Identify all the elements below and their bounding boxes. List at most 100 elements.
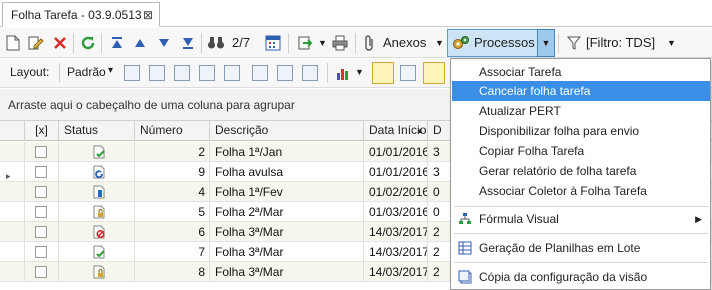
last-record-icon[interactable] [179,34,197,52]
attachments-button-label[interactable]: Anexos [383,35,426,50]
view-mode-icon-2[interactable] [400,65,416,81]
row-indicator-cell [0,142,25,162]
column-header-selected[interactable]: [x] [25,121,59,141]
menu-item-associate-collector[interactable]: Associar Coletor à Folha Tarefa [452,181,710,201]
processes-dropdown-arrow[interactable]: ▼ [537,29,555,57]
doc-device-icon [92,185,106,199]
menu-item-generate-report[interactable]: Gerar relatório de folha tarefa [452,161,710,181]
document-tabstrip: Folha Tarefa - 03.9.0513 ⊠ [0,0,712,27]
view-mode-icon-3[interactable] [423,62,445,84]
new-document-icon[interactable] [4,34,22,52]
start-date-cell: 14/03/2017 [364,222,428,242]
description-cell: Folha 3ª/Mar [210,222,364,242]
column-header-status[interactable]: Status [59,121,135,141]
description-cell: Folha avulsa [210,162,364,182]
number-cell: 9 [135,162,210,182]
start-date-cell: 01/03/2016 [364,202,428,222]
row-checkbox[interactable] [35,186,47,198]
export-dropdown-arrow[interactable]: ▼ [318,38,327,48]
row-checkbox[interactable] [35,246,47,258]
edit-document-icon[interactable] [27,34,45,52]
refresh-icon[interactable] [79,34,97,52]
bar-chart-icon[interactable] [335,64,353,82]
doc-check-icon [92,145,106,159]
layout-highlight-icon[interactable] [302,65,318,81]
number-cell: 5 [135,202,210,222]
layout-select[interactable]: Padrão [67,65,106,79]
menu-item-copy-view-config[interactable]: Cópia da configuração da visão [452,267,710,287]
filter-icon[interactable] [565,34,583,52]
layout-upload-icon[interactable] [224,65,240,81]
start-date-cell: 14/03/2017 [364,262,428,282]
layout-dropdown-arrow[interactable]: ▾ [108,65,113,76]
binoculars-icon[interactable] [207,34,225,52]
doc-refresh-icon [92,165,106,179]
menu-separator [454,262,708,263]
document-tab-title: Folha Tarefa - 03.9.0513 [11,7,142,22]
column-header-number[interactable]: Número [135,121,210,141]
number-cell: 2 [135,142,210,162]
row-indicator-cell [0,222,25,242]
calendar-grid-icon[interactable] [264,34,282,52]
menu-item-associate-task[interactable]: Associar Tarefa [452,62,710,82]
delete-icon[interactable] [51,34,69,52]
number-cell: 8 [135,262,210,282]
toolbar-separator [101,33,102,53]
menu-item-batch-spreadsheets[interactable]: Geração de Planilhas em Lote [452,238,710,258]
row-checkbox[interactable] [35,206,47,218]
menu-item-visual-formula[interactable]: Fórmula Visual ▶ [452,209,710,229]
doc-cancel-icon [92,225,106,239]
spreadsheet-icon [458,241,472,255]
record-position: 2/7 [232,35,251,50]
print-icon[interactable] [331,34,349,52]
attachments-dropdown-arrow[interactable]: ▼ [435,38,444,48]
next-record-icon[interactable] [155,34,173,52]
document-tab[interactable]: Folha Tarefa - 03.9.0513 ⊠ [2,2,160,27]
processes-menu: Associar Tarefa Cancelar folha tarefa At… [450,58,711,290]
number-cell: 7 [135,242,210,262]
row-indicator-header [0,121,25,141]
layout-save-icon[interactable] [124,65,140,81]
description-cell: Folha 1ª/Jan [210,142,364,162]
first-record-icon[interactable] [108,34,126,52]
toolbar-separator [327,63,328,83]
column-header-start-date[interactable]: Data Início ▲ [364,121,428,141]
menu-item-update-pert[interactable]: Atualizar PERT [452,101,710,121]
sort-ascending-icon: ▲ [416,126,424,135]
doc-check-icon [92,245,106,259]
layout-grid-icon[interactable] [149,65,165,81]
doc-lock-icon [92,205,106,219]
main-toolbar: 2/7 ▼ Anexos ▼ Processos ▼ [Filtro: TDS]… [0,28,712,58]
start-date-cell: 01/01/2016 [364,162,428,182]
layout-sum-icon[interactable] [277,65,293,81]
export-icon[interactable] [296,34,314,52]
row-indicator-cell: ▸ [0,162,25,182]
view-mode-icon-1[interactable] [372,62,394,84]
filter-button-label[interactable]: [Filtro: TDS] [586,35,655,50]
toolbar-separator [201,33,202,53]
toolbar-separator [355,33,356,53]
menu-separator [454,206,708,207]
start-date-cell: 01/01/2016 [364,142,428,162]
layout-columns-icon[interactable] [174,65,190,81]
row-checkbox[interactable] [35,146,47,158]
filter-dropdown-arrow[interactable]: ▼ [667,38,676,48]
previous-record-icon[interactable] [131,34,149,52]
description-cell: Folha 3ª/Mar [210,262,364,282]
doc-lock-icon [92,265,106,279]
close-tab-icon[interactable]: ⊠ [143,8,153,22]
column-header-description[interactable]: Descrição [210,121,364,141]
layout-group-icon[interactable] [252,65,268,81]
hierarchy-icon [458,212,472,226]
processes-button-label[interactable]: Processos [474,35,535,50]
row-checkbox[interactable] [35,266,47,278]
description-cell: Folha 1ª/Fev [210,182,364,202]
menu-item-copy-sheet[interactable]: Copiar Folha Tarefa [452,141,710,161]
menu-item-make-available[interactable]: Disponibilizar folha para envio [452,121,710,141]
menu-item-cancel-sheet[interactable]: Cancelar folha tarefa [452,81,710,101]
chart-dropdown-arrow[interactable]: ▼ [355,67,364,77]
paperclip-icon[interactable] [361,34,379,52]
layout-import-icon[interactable] [199,65,215,81]
row-checkbox[interactable] [35,226,47,238]
row-checkbox[interactable] [35,166,47,178]
